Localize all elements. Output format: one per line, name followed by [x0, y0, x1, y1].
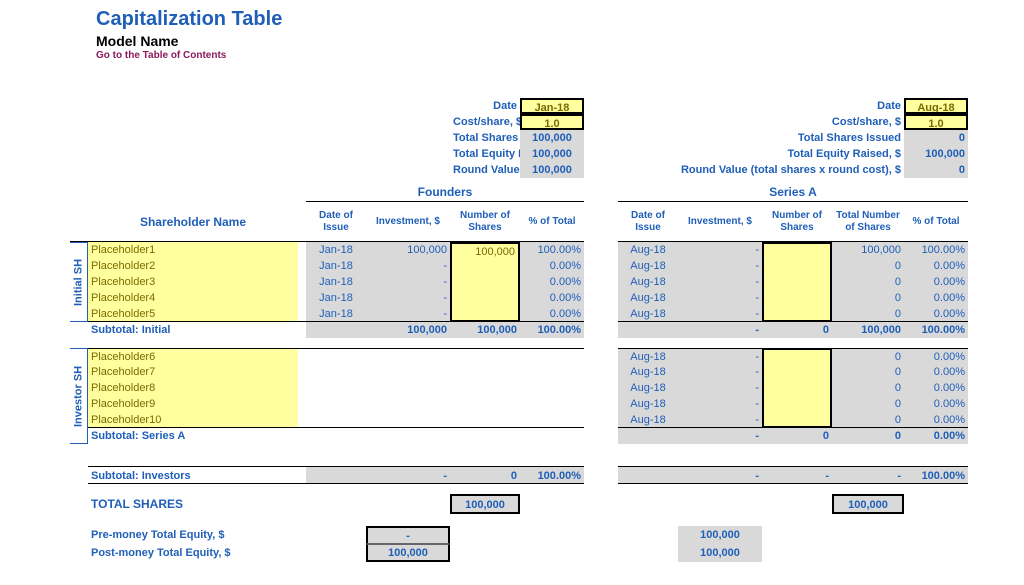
table-cell: 100.00%: [904, 242, 968, 258]
label-tsi-f: Total Shares Issued: [450, 130, 520, 146]
cap-table: Date Jan-18 Date Aug-18 Cost/share, $ 1.…: [70, 98, 968, 562]
subtotal-investors-label: Subtotal: Investors: [88, 466, 298, 484]
subtotal-cell: 100.00%: [520, 466, 584, 484]
table-cell: Jan-18: [306, 242, 366, 258]
page-title: Capitalization Table: [96, 8, 1024, 31]
label-rv-a: Round Value (total shares x round cost),…: [618, 162, 904, 178]
subtotal-cell: -: [832, 466, 904, 484]
table-cell: -: [678, 242, 762, 258]
founders-tsi: 100,000: [520, 130, 584, 146]
subtotal-cell: 100,000: [366, 322, 450, 338]
subtotal-cell: 100.00%: [904, 322, 968, 338]
col-inv-f: Investment, $: [366, 202, 450, 242]
sh-name[interactable]: Placeholder4: [88, 290, 298, 306]
sh-name[interactable]: Placeholder6: [88, 348, 298, 364]
sh-name[interactable]: Placeholder1: [88, 242, 298, 258]
toc-link[interactable]: Go to the Table of Contents: [96, 50, 1024, 61]
sh-name[interactable]: Placeholder5: [88, 306, 298, 322]
sh-name[interactable]: Placeholder9: [88, 396, 298, 412]
initial-sh-label: Initial SH: [70, 242, 88, 322]
label-tsi-a: Total Shares Issued: [618, 130, 904, 146]
model-name: Model Name: [96, 33, 1024, 49]
subtotal-cell: 0.00%: [904, 428, 968, 444]
table-cell: 100,000: [832, 242, 904, 258]
subtotal-cell: -: [678, 466, 762, 484]
subtotal-cell: 100,000: [450, 322, 520, 338]
founders-postmoney: 100,000: [366, 544, 450, 562]
founders-date[interactable]: Jan-18: [520, 98, 584, 114]
subtotal-cell: -: [762, 466, 832, 484]
founders-total-shares: 100,000: [450, 494, 520, 514]
col-pct-f: % of Total: [520, 202, 584, 242]
subtotal-cell: 0: [450, 466, 520, 484]
label-date-a: Date: [618, 98, 904, 114]
table-cell[interactable]: [762, 242, 832, 258]
seriesa-total-shares: 100,000: [832, 494, 904, 514]
label-cost-f: Cost/share, $: [450, 114, 520, 130]
seriesa-header: Series A: [618, 182, 968, 202]
table-cell: Aug-18: [618, 242, 678, 258]
label-date-f: Date: [450, 98, 520, 114]
founders-header: Founders: [306, 182, 584, 202]
sh-name[interactable]: Placeholder8: [88, 380, 298, 396]
table-cell: 100.00%: [520, 242, 584, 258]
seriesa-tsi: 0: [904, 130, 968, 146]
sh-name[interactable]: Placeholder3: [88, 274, 298, 290]
postmoney-label: Post-money Total Equity, $: [88, 544, 298, 562]
seriesa-rv: 0: [904, 162, 968, 178]
col-pct-a: % of Total: [904, 202, 968, 242]
sh-name[interactable]: Placeholder7: [88, 364, 298, 380]
label-ter-f: Total Equity Raised, $: [450, 146, 520, 162]
subtotal-cell: -: [678, 322, 762, 338]
founders-ter: 100,000: [520, 146, 584, 162]
col-nos-a: Number of Shares: [762, 202, 832, 242]
founders-premoney: -: [366, 526, 450, 544]
seriesa-premoney: 100,000: [678, 526, 762, 544]
seriesa-cost[interactable]: 1.0: [904, 114, 968, 130]
subtotal-cell: 0: [762, 428, 832, 444]
sh-name[interactable]: Placeholder2: [88, 258, 298, 274]
total-shares-label: TOTAL SHARES: [88, 494, 298, 514]
label-cost-a: Cost/share, $: [618, 114, 904, 130]
subtotal-cell: 100.00%: [904, 466, 968, 484]
subtotal-cell: 100,000: [832, 322, 904, 338]
seriesa-postmoney: 100,000: [678, 544, 762, 562]
subtotal-cell: 0: [832, 428, 904, 444]
investor-sh-label: Investor SH: [70, 348, 88, 444]
col-doi-a: Date of Issue: [618, 202, 678, 242]
col-shareholder: Shareholder Name: [88, 202, 298, 242]
sh-name[interactable]: Placeholder10: [88, 412, 298, 428]
seriesa-ter: 100,000: [904, 146, 968, 162]
subtotal-cell: 0: [762, 322, 832, 338]
col-nos-f: Number of Shares: [450, 202, 520, 242]
label-ter-a: Total Equity Raised, $: [618, 146, 904, 162]
subtotal-cell: 100.00%: [520, 322, 584, 338]
col-tnos-a: Total Number of Shares: [832, 202, 904, 242]
table-cell: 100,000: [366, 242, 450, 258]
premoney-label: Pre-money Total Equity, $: [88, 526, 298, 544]
subtotal-initial-label: Subtotal: Initial: [88, 322, 298, 338]
col-inv-a: Investment, $: [678, 202, 762, 242]
label-rv-f: Round Value (total shares x round cost),…: [450, 162, 520, 178]
subtotal-cell: -: [678, 428, 762, 444]
col-doi-f: Date of Issue: [306, 202, 366, 242]
founders-rv: 100,000: [520, 162, 584, 178]
seriesa-date[interactable]: Aug-18: [904, 98, 968, 114]
founders-cost[interactable]: 1.0: [520, 114, 584, 130]
subtotal-cell: -: [366, 466, 450, 484]
table-cell[interactable]: 100,000: [450, 242, 520, 258]
subtotal-seriesa-label: Subtotal: Series A: [88, 428, 298, 444]
